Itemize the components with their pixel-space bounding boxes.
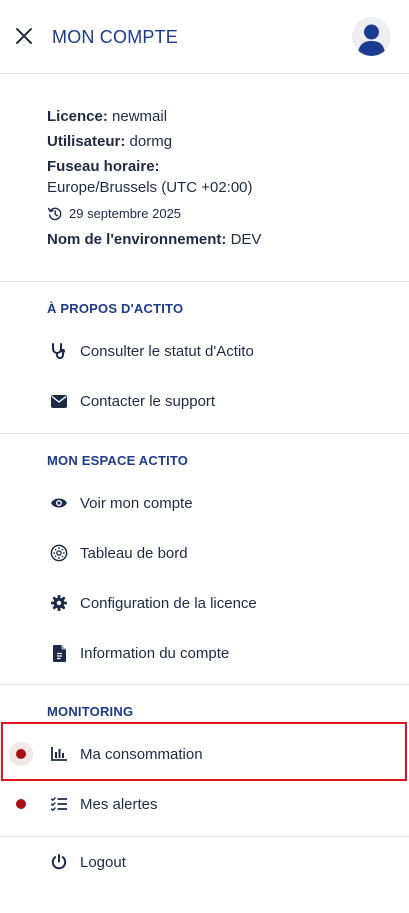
menu-item-label: Ma consommation [80,745,203,763]
eye-icon [50,494,68,512]
menu-item-alerts[interactable]: Mes alertes [0,782,409,826]
license-label: Licence: [47,108,108,125]
account-info: Licence: newmail Utilisateur: dormg Fuse… [47,106,387,250]
panel-header: MON COMPTE [0,0,409,74]
menu-item-view-account[interactable]: Voir mon compte [0,481,409,525]
user-label: Utilisateur: [47,133,126,150]
date-row: 29 septembre 2025 [47,203,387,224]
avatar[interactable] [352,17,391,56]
menu-item-label: Tableau de bord [80,544,188,562]
menu-item-label: Voir mon compte [80,494,193,512]
envelope-icon [50,392,68,410]
menu-item-label: Configuration de la licence [80,594,257,612]
date-value: 29 septembre 2025 [69,206,182,221]
dashboard-icon [50,544,68,562]
section-title-monitoring: MONITORING [47,704,134,719]
menu-item-label: Information du compte [80,644,230,662]
user-value: dormg [129,133,173,150]
close-button[interactable] [12,24,36,48]
divider [0,433,409,434]
logout-button[interactable]: Logout [0,840,409,884]
menu-item-label: Mes alertes [80,795,158,813]
alert-dot [16,749,26,759]
menu-item-dashboard[interactable]: Tableau de bord [0,531,409,575]
menu-item-account-info[interactable]: Information du compte [0,631,409,675]
alert-dot [16,799,26,809]
license-row: Licence: newmail [47,106,387,127]
menu-item-support[interactable]: Contacter le support [0,379,409,423]
env-label: Nom de l'environnement: [47,231,227,248]
checklist-icon [50,795,68,813]
menu-item-status[interactable]: Consulter le statut d'Actito [0,329,409,373]
section-title-space: MON ESPACE ACTITO [47,453,189,468]
power-icon [50,853,68,871]
timezone-row: Fuseau horaire: Europe/Brussels (UTC +02… [47,156,387,198]
divider [0,836,409,837]
menu-item-label: Contacter le support [80,392,216,410]
menu-item-consumption[interactable]: Ma consommation [0,732,409,776]
bar-chart-icon [50,745,68,763]
menu-item-label: Consulter le statut d'Actito [80,342,254,360]
gear-icon [50,594,68,612]
user-row: Utilisateur: dormg [47,131,387,152]
close-icon [16,28,32,44]
env-value: DEV [230,231,262,248]
env-row: Nom de l'environnement: DEV [47,229,387,250]
stethoscope-icon [50,342,68,360]
logout-label: Logout [80,853,126,871]
divider [0,281,409,282]
history-icon [47,207,62,220]
timezone-value: Europe/Brussels (UTC +02:00) [47,179,253,196]
divider [0,684,409,685]
menu-item-license-config[interactable]: Configuration de la licence [0,581,409,625]
page-title: MON COMPTE [52,27,178,47]
section-title-about: À PROPOS D'ACTITO [47,301,184,316]
license-value: newmail [112,108,168,125]
document-icon [50,644,68,662]
user-avatar-icon [358,24,385,56]
timezone-label: Fuseau horaire: [47,158,160,175]
